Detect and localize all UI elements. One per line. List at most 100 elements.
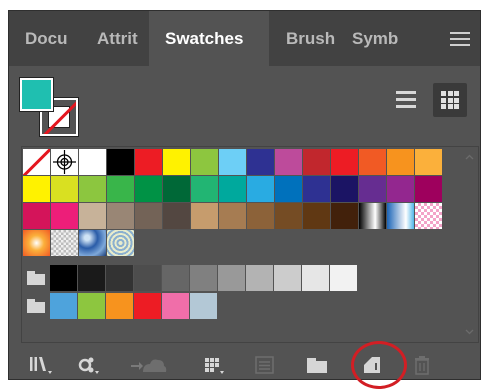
color-swatch[interactable] xyxy=(303,203,330,229)
color-swatch[interactable] xyxy=(275,176,302,202)
tab-document-info[interactable]: Docu xyxy=(25,11,91,66)
pattern-swatch[interactable] xyxy=(107,230,134,256)
color-swatch[interactable] xyxy=(359,149,386,175)
color-swatch[interactable] xyxy=(51,203,78,229)
color-swatch[interactable] xyxy=(247,149,274,175)
color-swatch[interactable] xyxy=(134,265,161,291)
swatch-options-button xyxy=(251,352,279,378)
color-swatch[interactable] xyxy=(134,293,161,319)
vertical-scrollbar[interactable] xyxy=(461,147,478,342)
tab-brushes[interactable]: Brush xyxy=(286,11,346,66)
swatch-row xyxy=(23,203,443,229)
swatch-libraries-menu-button[interactable] xyxy=(27,352,55,378)
color-swatch[interactable] xyxy=(191,149,218,175)
color-swatch[interactable] xyxy=(415,176,442,202)
color-swatch[interactable] xyxy=(163,203,190,229)
color-swatch[interactable] xyxy=(191,176,218,202)
color-group-folder-icon[interactable] xyxy=(23,265,49,291)
tab-swatches[interactable]: Swatches xyxy=(149,11,269,66)
place-swatch-instances-icon xyxy=(78,357,99,374)
pattern-swatch[interactable] xyxy=(415,203,442,229)
color-swatch[interactable] xyxy=(23,176,50,202)
delete-swatch-button xyxy=(409,352,437,378)
color-swatch[interactable] xyxy=(275,149,302,175)
color-swatch[interactable] xyxy=(107,203,134,229)
color-swatch[interactable] xyxy=(415,149,442,175)
color-swatch[interactable] xyxy=(135,176,162,202)
cc-library-button xyxy=(129,352,169,378)
color-swatch[interactable] xyxy=(78,265,105,291)
color-swatch[interactable] xyxy=(275,203,302,229)
color-swatch[interactable] xyxy=(50,293,77,319)
color-swatch[interactable] xyxy=(303,176,330,202)
color-swatch[interactable] xyxy=(330,265,357,291)
color-swatch[interactable] xyxy=(219,149,246,175)
color-swatch[interactable] xyxy=(387,176,414,202)
color-swatch[interactable] xyxy=(218,265,245,291)
color-swatch[interactable] xyxy=(162,265,189,291)
show-swatch-kinds-menu-button[interactable] xyxy=(201,352,229,378)
color-swatch[interactable] xyxy=(51,176,78,202)
pattern-swatch[interactable] xyxy=(79,230,106,256)
tab-label: Brush xyxy=(286,29,336,48)
gradient-swatch[interactable] xyxy=(387,203,414,229)
panel-tab-bar: Docu Attrit Swatches Brush Symb xyxy=(9,11,480,66)
color-swatch[interactable] xyxy=(247,203,274,229)
color-swatch[interactable] xyxy=(331,176,358,202)
swatch-row xyxy=(23,293,218,319)
show-swatch-kinds-menu-icon xyxy=(205,358,224,374)
new-color-group-icon xyxy=(307,358,327,373)
registration-swatch[interactable] xyxy=(51,149,78,175)
color-swatch[interactable] xyxy=(162,293,189,319)
gradient-swatch[interactable] xyxy=(23,230,50,256)
gradient-swatch[interactable] xyxy=(359,203,386,229)
panel-menu-icon[interactable] xyxy=(450,32,470,46)
swatches-panel: Docu Attrit Swatches Brush Symb xyxy=(8,10,481,389)
pattern-swatch[interactable] xyxy=(51,230,78,256)
color-swatch[interactable] xyxy=(303,149,330,175)
color-group-folder-icon[interactable] xyxy=(23,293,49,319)
list-view-button[interactable] xyxy=(389,83,423,117)
highlight-circle xyxy=(351,341,407,389)
color-swatch[interactable] xyxy=(190,265,217,291)
color-swatch[interactable] xyxy=(190,293,217,319)
color-swatch[interactable] xyxy=(79,176,106,202)
color-swatch[interactable] xyxy=(107,176,134,202)
color-swatch[interactable] xyxy=(78,293,105,319)
color-swatch[interactable] xyxy=(331,203,358,229)
tab-attributes[interactable]: Attrit xyxy=(97,11,149,66)
color-swatch[interactable] xyxy=(106,265,133,291)
color-swatch[interactable] xyxy=(359,176,386,202)
color-swatch[interactable] xyxy=(163,149,190,175)
thumbnail-view-button[interactable] xyxy=(433,83,467,117)
color-swatch[interactable] xyxy=(219,203,246,229)
scroll-up-arrow-icon[interactable] xyxy=(465,153,474,162)
color-swatch[interactable] xyxy=(219,176,246,202)
color-swatch[interactable] xyxy=(79,203,106,229)
teal-fill-swatch-icon[interactable] xyxy=(19,77,54,112)
tab-label: Swatches xyxy=(165,29,244,48)
color-swatch[interactable] xyxy=(387,149,414,175)
color-swatch[interactable] xyxy=(107,149,134,175)
color-swatch[interactable] xyxy=(135,149,162,175)
place-swatch-instances-button[interactable] xyxy=(74,352,102,378)
color-swatch[interactable] xyxy=(135,203,162,229)
color-swatch[interactable] xyxy=(191,203,218,229)
color-swatch[interactable] xyxy=(246,265,273,291)
color-swatch[interactable] xyxy=(163,176,190,202)
new-color-group-button[interactable] xyxy=(304,352,332,378)
color-swatch[interactable] xyxy=(274,265,301,291)
tab-label: Symb xyxy=(352,29,399,48)
color-swatch[interactable] xyxy=(50,265,77,291)
color-swatch[interactable] xyxy=(302,265,329,291)
color-swatch[interactable] xyxy=(331,149,358,175)
color-swatch[interactable] xyxy=(106,293,133,319)
none-swatch[interactable] xyxy=(23,149,50,175)
color-swatch[interactable] xyxy=(247,176,274,202)
color-swatch[interactable] xyxy=(79,149,106,175)
color-swatch[interactable] xyxy=(23,203,50,229)
tab-symbols[interactable]: Symb xyxy=(352,11,412,66)
swatch-options-icon xyxy=(255,356,274,374)
trash-icon xyxy=(415,356,429,375)
scroll-down-arrow-icon[interactable] xyxy=(465,327,474,336)
